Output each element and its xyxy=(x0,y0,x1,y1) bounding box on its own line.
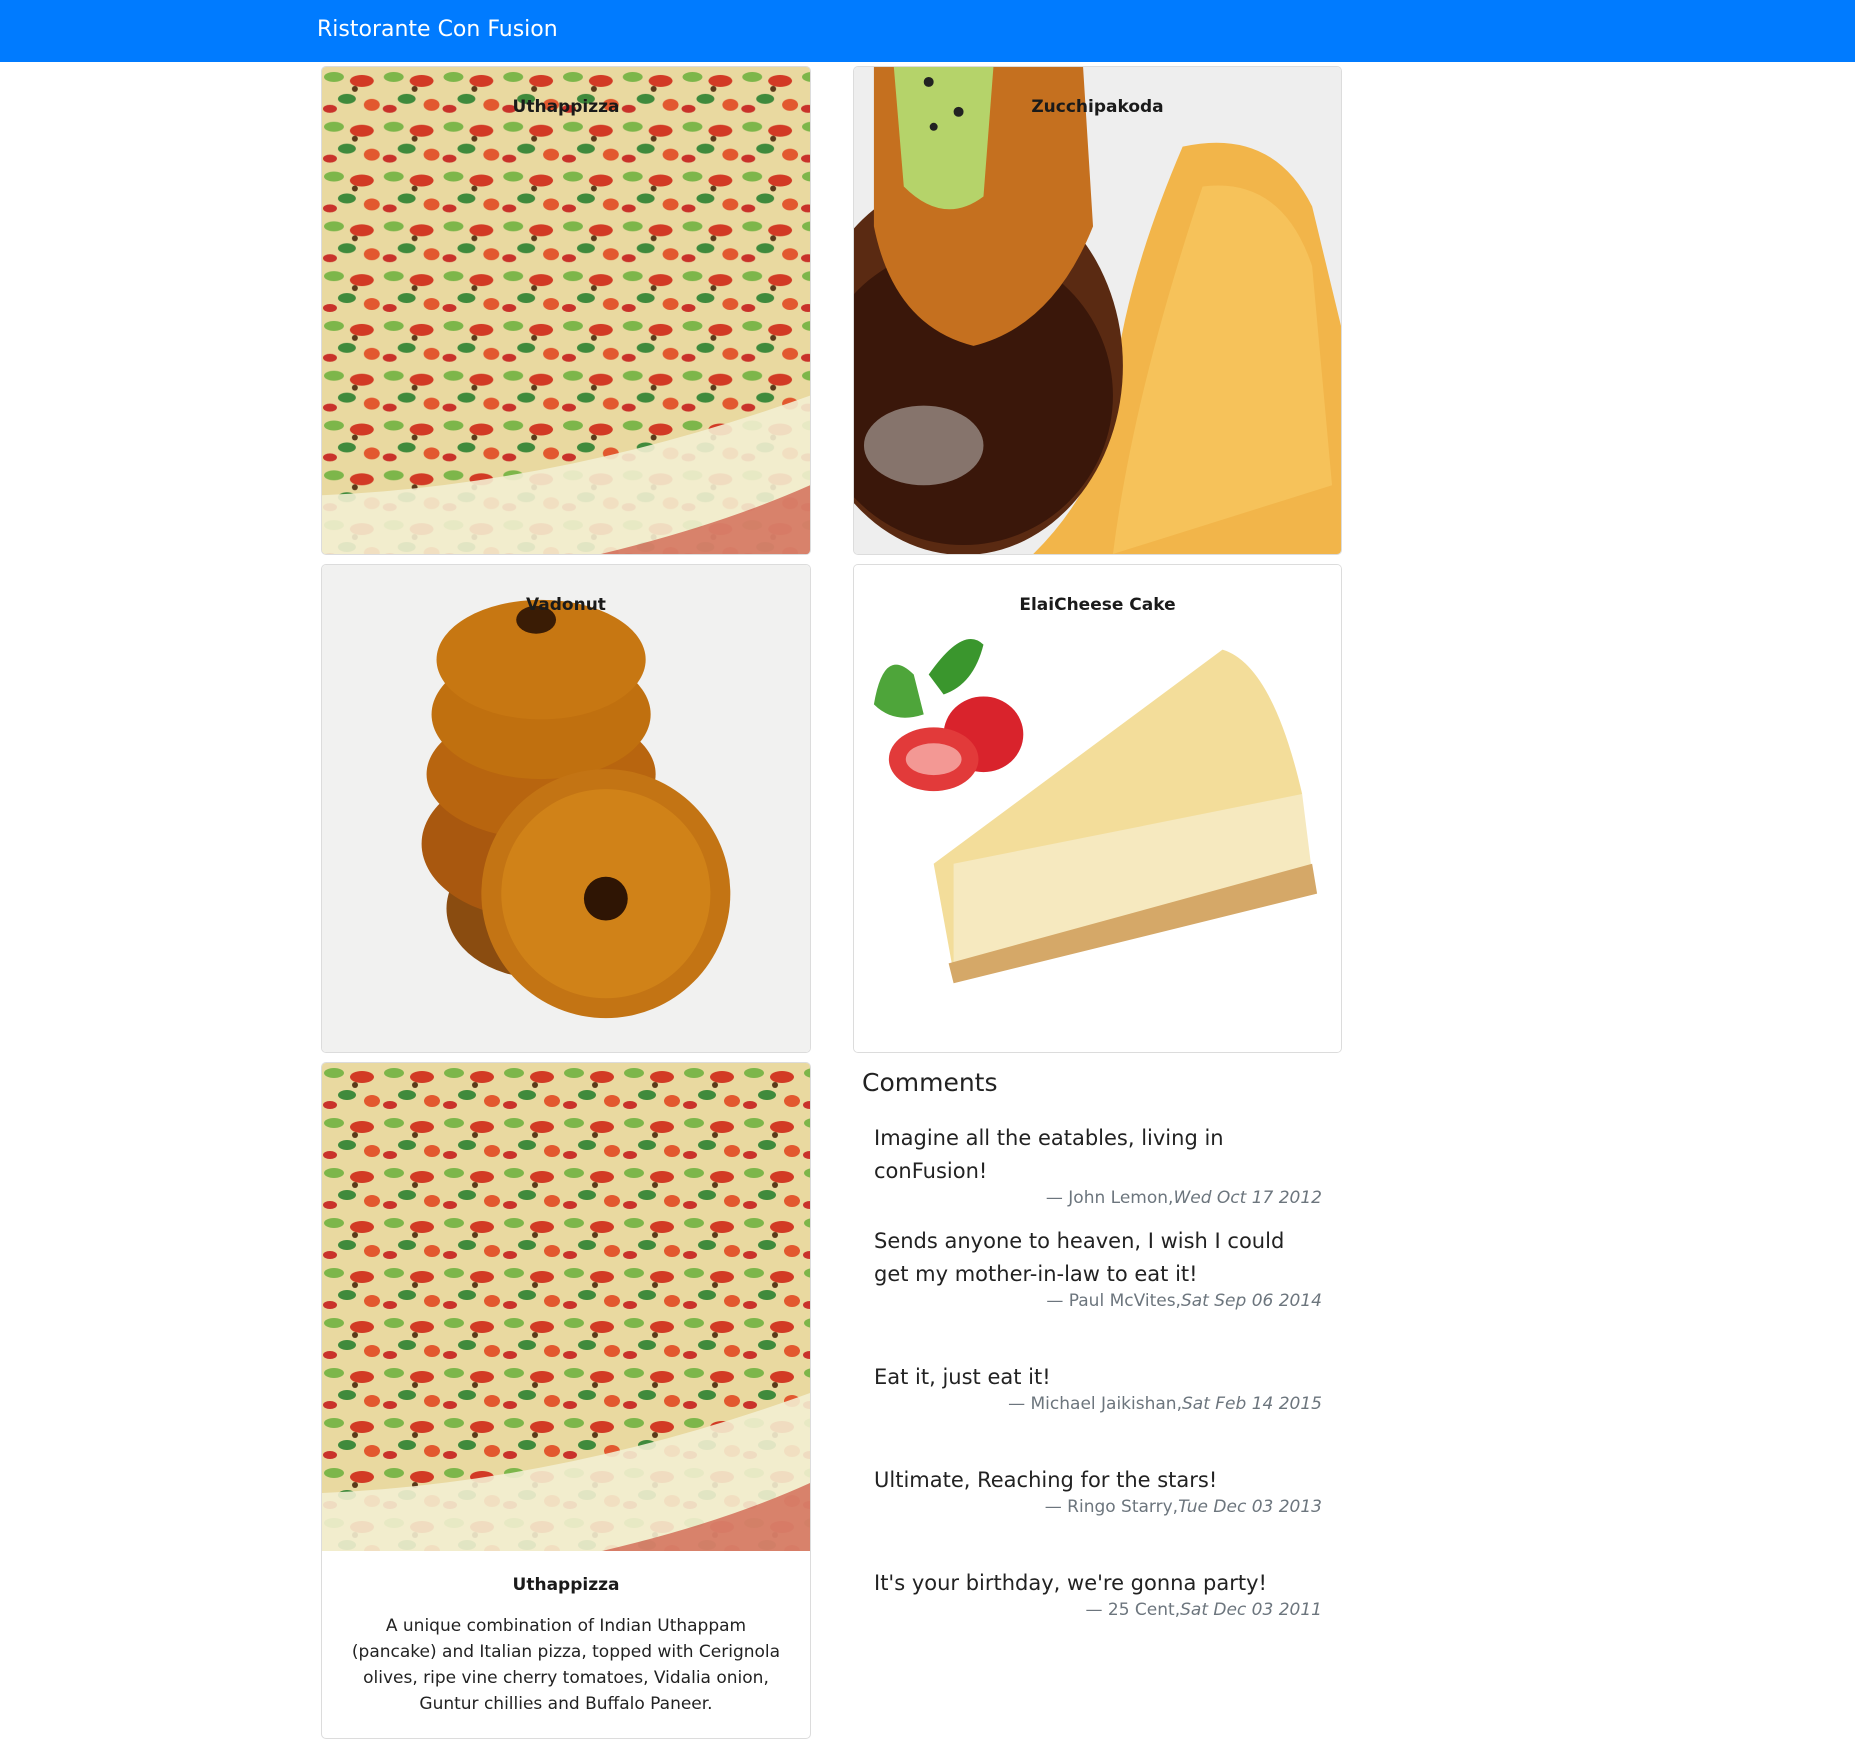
dish-detail-card: Uthappizza A unique combination of India… xyxy=(321,1062,811,1739)
comment-item: Eat it, just eat it! — Michael Jaikishan… xyxy=(874,1361,1334,1414)
dish-detail-title: Uthappizza xyxy=(512,1575,620,1595)
dish-detail-description: A unique combination of Indian Uthappam … xyxy=(351,1616,781,1714)
comment-text: It's your birthday, we're gonna party! xyxy=(874,1571,1267,1595)
dish-detail-image xyxy=(322,1063,810,1551)
comment-text: Eat it, just eat it! xyxy=(874,1365,1051,1389)
comment-item: It's your birthday, we're gonna party! —… xyxy=(874,1567,1334,1620)
menu-card-title: ElaiCheese Cake xyxy=(1019,595,1176,615)
navbar: Ristorante Con Fusion xyxy=(0,0,1855,62)
comment-meta: — Paul McVites,Sat Sep 06 2014 xyxy=(874,1291,1322,1311)
menu-card-title: Vadonut xyxy=(526,595,606,615)
comment-author: — 25 Cent, xyxy=(1085,1600,1181,1620)
menu-card-title: Uthappizza xyxy=(512,97,620,117)
comment-author: — Ringo Starry, xyxy=(1044,1497,1179,1517)
comment-date: Tue Dec 03 2013 xyxy=(1178,1497,1322,1517)
navbar-brand[interactable]: Ristorante Con Fusion xyxy=(317,17,558,42)
comments-heading: Comments xyxy=(862,1068,998,1097)
comment-date: Sat Feb 14 2015 xyxy=(1181,1394,1322,1414)
comments-section: Comments Imagine all the eatables, livin… xyxy=(862,1068,1332,1620)
menu-card-elaicheese-cake[interactable]: ElaiCheese Cake xyxy=(853,564,1342,1053)
vadonut-image xyxy=(322,565,810,1052)
pizza-image xyxy=(322,67,810,554)
comment-item: Ultimate, Reaching for the stars! — Ring… xyxy=(874,1464,1334,1517)
comment-meta: — 25 Cent,Sat Dec 03 2011 xyxy=(874,1600,1322,1620)
comment-text: Imagine all the eatables, living in conF… xyxy=(874,1126,1224,1183)
menu-card-vadonut[interactable]: Vadonut xyxy=(321,564,811,1053)
menu-card-zucchipakoda[interactable]: Zucchipakoda xyxy=(853,66,1342,555)
comment-date: Sat Sep 06 2014 xyxy=(1180,1291,1322,1311)
comment-meta: — John Lemon,Wed Oct 17 2012 xyxy=(874,1188,1322,1208)
comment-text: Sends anyone to heaven, I wish I could g… xyxy=(874,1229,1285,1286)
dish-detail-body: Uthappizza A unique combination of India… xyxy=(322,1551,810,1738)
menu-card-title: Zucchipakoda xyxy=(1031,97,1164,117)
comment-author: — Paul McVites, xyxy=(1046,1291,1181,1311)
comment-date: Wed Oct 17 2012 xyxy=(1173,1188,1322,1208)
comment-meta: — Michael Jaikishan,Sat Feb 14 2015 xyxy=(874,1394,1322,1414)
comment-item: Sends anyone to heaven, I wish I could g… xyxy=(874,1225,1334,1311)
comment-author: — Michael Jaikishan, xyxy=(1008,1394,1182,1414)
comment-item: Imagine all the eatables, living in conF… xyxy=(874,1122,1334,1208)
comment-meta: — Ringo Starry,Tue Dec 03 2013 xyxy=(874,1497,1322,1517)
menu-card-uthappizza[interactable]: Uthappizza xyxy=(321,66,811,555)
comment-date: Sat Dec 03 2011 xyxy=(1180,1600,1322,1620)
zucchipakoda-image xyxy=(854,67,1341,554)
comment-text: Ultimate, Reaching for the stars! xyxy=(874,1468,1218,1492)
comment-author: — John Lemon, xyxy=(1045,1188,1174,1208)
cheesecake-image xyxy=(854,565,1341,1052)
